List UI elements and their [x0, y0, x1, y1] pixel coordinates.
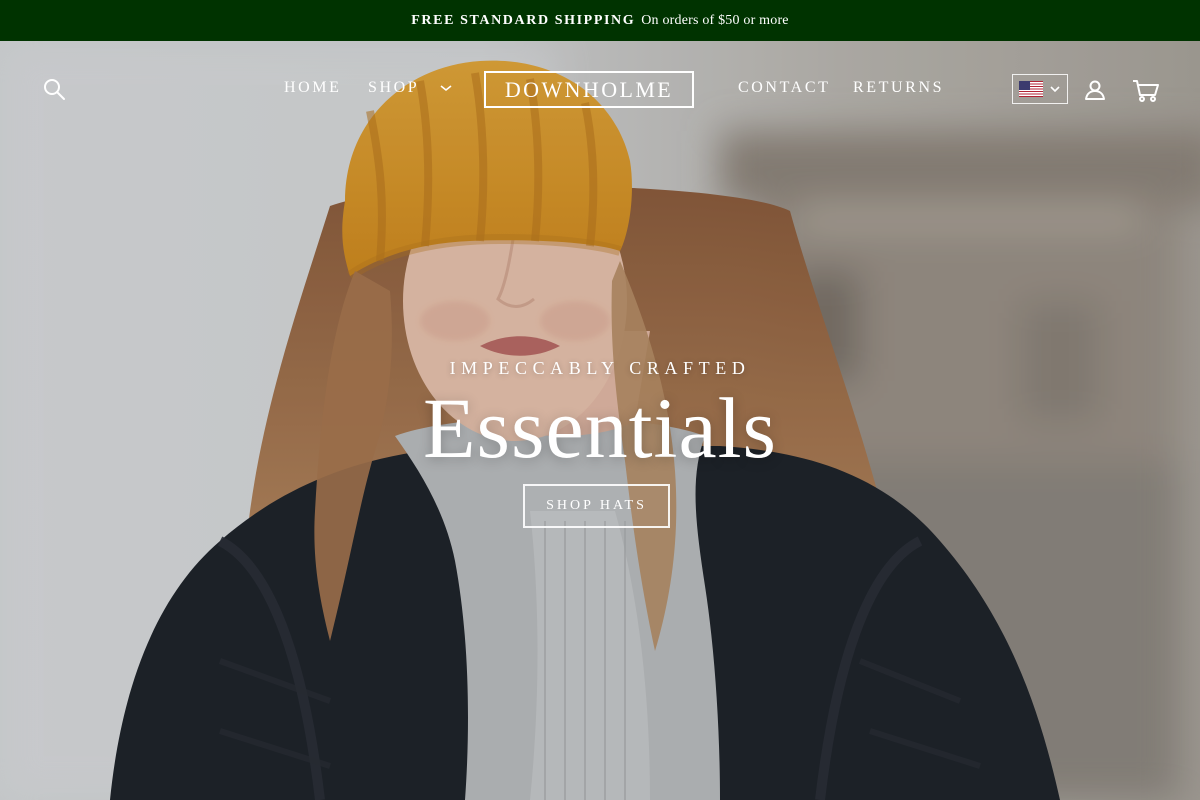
nav-contact[interactable]: CONTACT	[738, 79, 830, 97]
cart-icon	[1133, 80, 1159, 102]
cart-button[interactable]	[1128, 75, 1164, 105]
account-button[interactable]	[1080, 75, 1110, 105]
search-button[interactable]	[38, 75, 70, 103]
hero-headline: Essentials	[423, 380, 777, 476]
search-icon	[44, 79, 65, 100]
announcement-strong: FREE STANDARD SHIPPING	[411, 12, 636, 28]
locale-selector[interactable]	[1012, 74, 1068, 104]
nav-shop-label: SHOP	[368, 79, 419, 96]
nav-shop[interactable]: SHOP	[368, 79, 453, 97]
announcement-bar: FREE STANDARD SHIPPING On orders of $50 …	[0, 0, 1200, 41]
hero-subheading: IMPECCABLY CRAFTED	[449, 358, 751, 378]
nav-returns[interactable]: RETURNS	[853, 79, 944, 97]
brand-logo[interactable]: DOWNHOLME	[484, 71, 694, 108]
announcement-text: On orders of $50 or more	[641, 12, 789, 28]
chevron-down-icon	[440, 85, 452, 92]
site-header: HOME SHOP DOWNHOLME CONTACT RETURNS	[0, 41, 1200, 137]
us-flag-icon	[1019, 81, 1043, 97]
account-icon	[1085, 80, 1105, 100]
chevron-down-icon	[1050, 86, 1060, 93]
shop-hats-button[interactable]: SHOP HATS	[523, 484, 670, 528]
nav-home[interactable]: HOME	[284, 79, 342, 97]
